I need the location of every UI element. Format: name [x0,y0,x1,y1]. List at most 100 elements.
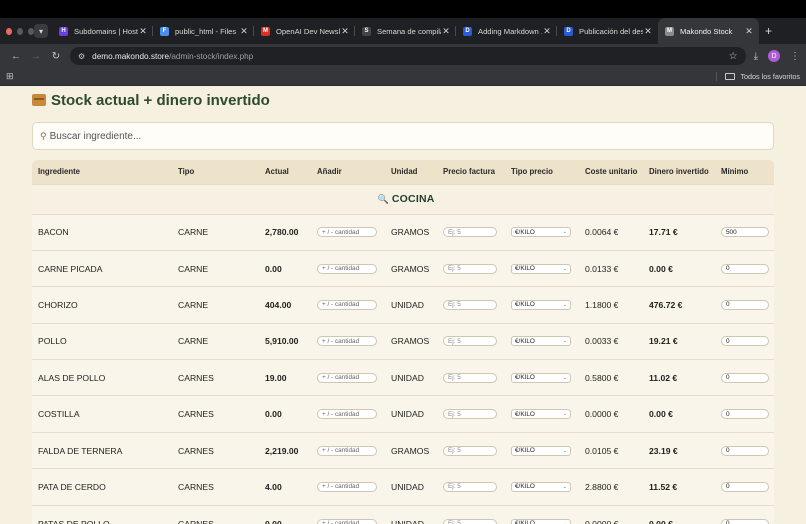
price-type-select[interactable]: €/KILO ⌄ [511,227,571,238]
browser-menu-icon[interactable]: ⋮ [790,51,800,62]
search-icon: ⚲ [40,130,47,141]
add-cell: + / - cantidad [311,213,385,251]
add-quantity-input[interactable]: + / - cantidad [317,263,377,274]
tab-favicon-icon: D [564,26,573,36]
unit-cost-cell: 0.0000 € [579,395,643,433]
minimum-input[interactable]: 0 [721,336,769,347]
tab-close-icon[interactable]: ✕ [239,26,249,37]
type-cell: CARNES [172,431,259,469]
address-bar[interactable]: ⚙ demo.makondo.store/admin-stock/index.p… [70,47,746,65]
add-quantity-input-text: + / - cantidad [322,483,360,491]
chevron-down-icon: ⌄ [562,483,567,490]
table-row: POLLO CARNE 5,910.00 + / - cantidad GRAMOS Ej… [32,322,774,360]
tab-close-icon[interactable]: ✕ [744,26,754,37]
add-cell: + / - cantidad [311,249,385,287]
price-type-select-text: €/KILO [515,228,535,236]
ingredient-cell: BACON [32,213,172,251]
table-row: BACON CARNE 2,780.00 + / - cantidad GRAMOS Ej… [32,213,774,251]
new-tab-icon[interactable]: + [765,24,772,38]
browser-tab-bar: ▾ HSubdomains | Hostinger✕Fpublic_html -… [0,18,806,44]
tab-strip: HSubdomains | Hostinger✕Fpublic_html - F… [52,18,759,44]
add-quantity-input[interactable]: + / - cantidad [317,481,377,492]
invoice-price-input[interactable]: Ej: 5 [443,409,497,420]
browser-tab[interactable]: M Makondo Stock ✕ [658,18,759,44]
section-row-cocina: 🔍 COCINA [32,183,774,214]
add-cell: + / - cantidad [311,322,385,360]
all-bookmarks-button[interactable]: Todos los favoritos [716,72,800,81]
tab-search-icon[interactable]: ▾ [34,24,48,38]
ingredient-cell: CARNE PICADA [32,249,172,287]
minimum-input[interactable]: 0 [721,372,769,383]
tab-close-icon[interactable]: ✕ [138,26,148,37]
add-quantity-input-text: + / - cantidad [322,410,360,418]
add-quantity-input-text: + / - cantidad [322,520,360,524]
price-type-select-text: €/KILO [515,520,535,524]
apps-grid-icon[interactable]: ⊞ [6,71,14,82]
invoice-price-input[interactable]: Ej: 5 [443,372,497,383]
invoice-price-input[interactable]: Ej: 5 [443,336,497,347]
price-type-select[interactable]: €/KILO ⌄ [511,372,571,383]
price-type-select[interactable]: €/KILO ⌄ [511,481,571,492]
site-settings-icon[interactable]: ⚙ [78,52,85,61]
minimize-window-button[interactable] [17,27,23,35]
reload-icon[interactable]: ↻ [46,51,66,62]
add-quantity-input[interactable]: + / - cantidad [317,336,377,347]
minimum-input[interactable]: 0 [721,445,769,456]
invoice-price-input[interactable]: Ej: 5 [443,227,497,238]
profile-avatar[interactable]: D [768,50,780,62]
price-type-select[interactable]: €/KILO ⌄ [511,409,571,420]
minimum-input[interactable]: 0 [721,518,769,524]
browser-tab[interactable]: M OpenAI Dev Newsletter✕ [254,18,355,44]
forward-arrow-icon[interactable]: → [26,51,46,62]
back-arrow-icon[interactable]: ← [6,51,26,62]
invoice-price-input[interactable]: Ej: 5 [443,445,497,456]
table-header-row: Ingrediente Tipo Actual Añadir Unidad Precio … [32,160,774,184]
add-quantity-input[interactable]: + / - cantidad [317,227,377,238]
invoice-price-input[interactable]: Ej: 5 [443,299,497,310]
browser-tab[interactable]: Fpublic_html - Files ✕ [153,18,254,44]
current-stock-cell: 0.00 [259,395,311,433]
column-header: Tipo precio [505,160,579,184]
minimum-input-text: 0 [726,301,730,309]
price-type-select[interactable]: €/KILO ⌄ [511,263,571,274]
add-quantity-input[interactable]: + / - cantidad [317,518,377,524]
minimum-input[interactable]: 500 [721,227,769,238]
add-quantity-input[interactable]: + / - cantidad [317,299,377,310]
price-type-select[interactable]: €/KILO ⌄ [511,445,571,456]
current-stock-cell: 5,910.00 [259,322,311,360]
close-window-button[interactable] [6,27,12,35]
minimum-input[interactable]: 0 [721,263,769,274]
type-cell: CARNE [172,249,259,287]
add-quantity-input[interactable]: + / - cantidad [317,409,377,420]
browser-tab[interactable]: D Publicación del desarrollo✕ [557,18,658,44]
invoice-price-input[interactable]: Ej: 5 [443,518,497,524]
invoice-price-input[interactable]: Ej: 5 [443,263,497,274]
add-quantity-input[interactable]: + / - cantidad [317,372,377,383]
tab-close-icon[interactable]: ✕ [441,26,451,37]
tab-close-icon[interactable]: ✕ [643,26,653,37]
browser-tab[interactable]: D Adding Markdown ... ✕ [456,18,557,44]
chevron-down-icon: ⌄ [562,338,567,345]
download-icon[interactable]: ⤓ [754,51,758,62]
price-type-select[interactable]: €/KILO ⌄ [511,336,571,347]
price-type-select[interactable]: €/KILO ⌄ [511,518,571,524]
price-type-select[interactable]: €/KILO ⌄ [511,299,571,310]
add-quantity-input[interactable]: + / - cantidad [317,445,377,456]
browser-tab[interactable]: S Semana de compilación✕ [355,18,456,44]
minimum-input[interactable]: 0 [721,299,769,310]
browser-tab[interactable]: H Subdomains | Hostinger✕ [52,18,153,44]
tab-close-icon[interactable]: ✕ [340,26,350,37]
invoice-price-input[interactable]: Ej: 5 [443,481,497,492]
price-type-select-text: €/KILO [515,301,535,309]
search-placeholder: Buscar ingrediente... [49,130,142,142]
minimum-input-text: 0 [726,265,730,273]
section-label: COCINA [391,193,435,205]
search-input[interactable]: ⚲ Buscar ingrediente... [32,122,774,150]
minimum-cell: 0 [715,322,774,360]
tab-favicon-icon: H [59,26,68,36]
minimum-input[interactable]: 0 [721,481,769,492]
tab-close-icon[interactable]: ✕ [542,26,552,37]
minimum-input[interactable]: 0 [721,409,769,420]
bookmark-star-icon[interactable]: ☆ [729,51,738,62]
unit-cell: UNIDAD [385,395,437,433]
